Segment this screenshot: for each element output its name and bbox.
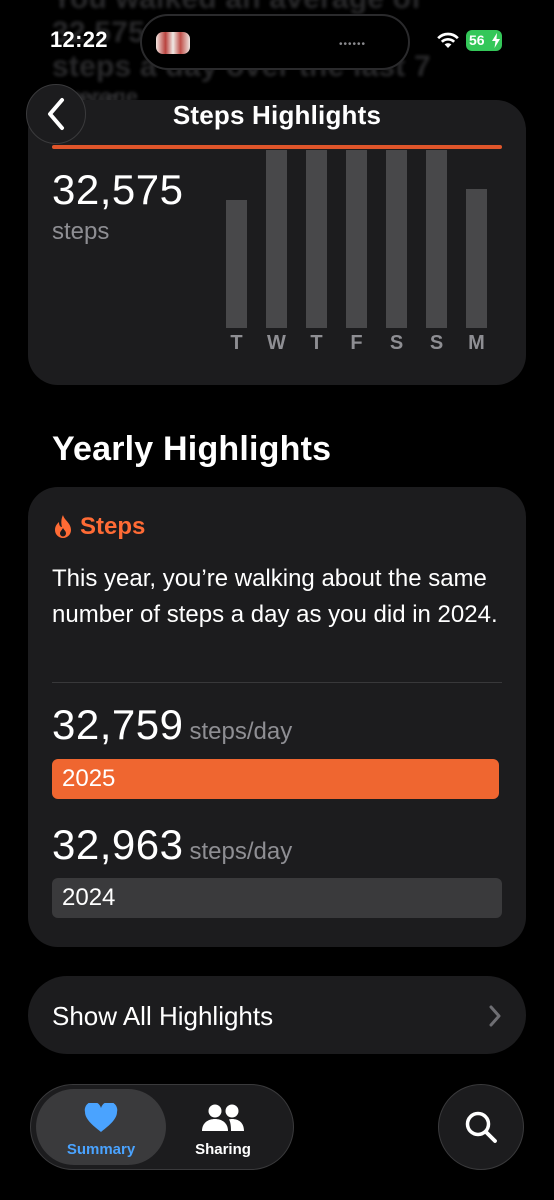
card-header: Steps [52,513,145,541]
weekly-steps-card[interactable]: 32,575 steps T W T F S S M [28,100,526,385]
dynamic-island[interactable]: •••••• [140,14,410,70]
weekly-average-value: 32,575 [52,166,184,213]
tab-summary[interactable]: Summary [36,1089,166,1165]
day-label-4: S [389,332,404,354]
current-year-bar: 2025 [52,759,499,799]
heart-icon [84,1103,118,1132]
weekly-average-unit: steps [52,218,110,245]
day-label-0: T [230,332,243,354]
previous-year-value: 32,963 [52,821,184,868]
previous-year-unit: steps/day [189,838,293,865]
page-title: Steps Highlights [172,100,382,130]
day-label-2: T [310,332,323,354]
flame-icon [55,515,71,538]
tab-summary-label: Summary [66,1141,136,1158]
now-playing-thumbnail [156,32,190,54]
battery-indicator: 56 [466,30,502,51]
previous-year-stat: 32,963 steps/day [52,821,292,869]
chevron-right-icon [489,1005,501,1027]
weekly-bar-chart [220,150,500,328]
previous-year-bar: 2024 [52,878,502,918]
show-all-highlights-button[interactable]: Show All Highlights [28,976,526,1054]
bar-3 [346,150,367,328]
steps-highlights-screen: You walked an average of 32,575 steps a … [0,0,554,1200]
bar-4 [386,150,407,328]
bar-2 [306,150,327,328]
tab-sharing[interactable]: Sharing [158,1089,288,1165]
day-label-3: F [350,332,363,354]
bar-1 [266,150,287,328]
search-icon [465,1111,497,1143]
bar-0 [226,200,247,328]
comparison-summary: This year, you’re walking about the same… [52,565,498,628]
tab-sharing-label: Sharing [195,1141,251,1158]
wifi-icon [437,32,459,48]
charging-bolt-icon [492,33,500,48]
tab-bar: Summary Sharing [30,1084,294,1170]
day-label-6: M [468,332,485,354]
card-category-label: Steps [80,513,146,540]
bar-6 [466,189,487,328]
day-label-1: W [267,332,286,354]
show-all-highlights-label: Show All Highlights [52,1001,274,1031]
current-year-value: 32,759 [52,701,184,748]
bar-5 [426,150,447,328]
yearly-steps-card[interactable]: Steps This year, you’re walking about th… [28,487,526,947]
divider [52,682,502,683]
current-year-stat: 32,759 steps/day [52,701,292,749]
people-icon [202,1104,244,1131]
current-year-unit: steps/day [189,718,293,745]
status-time: 12:22 [50,27,108,52]
accent-line [52,145,502,149]
island-dots-icon: •••••• [338,39,366,50]
yearly-highlights-heading: Yearly Highlights [52,430,332,468]
day-label-5: S [429,332,444,354]
search-button[interactable] [438,1084,524,1170]
